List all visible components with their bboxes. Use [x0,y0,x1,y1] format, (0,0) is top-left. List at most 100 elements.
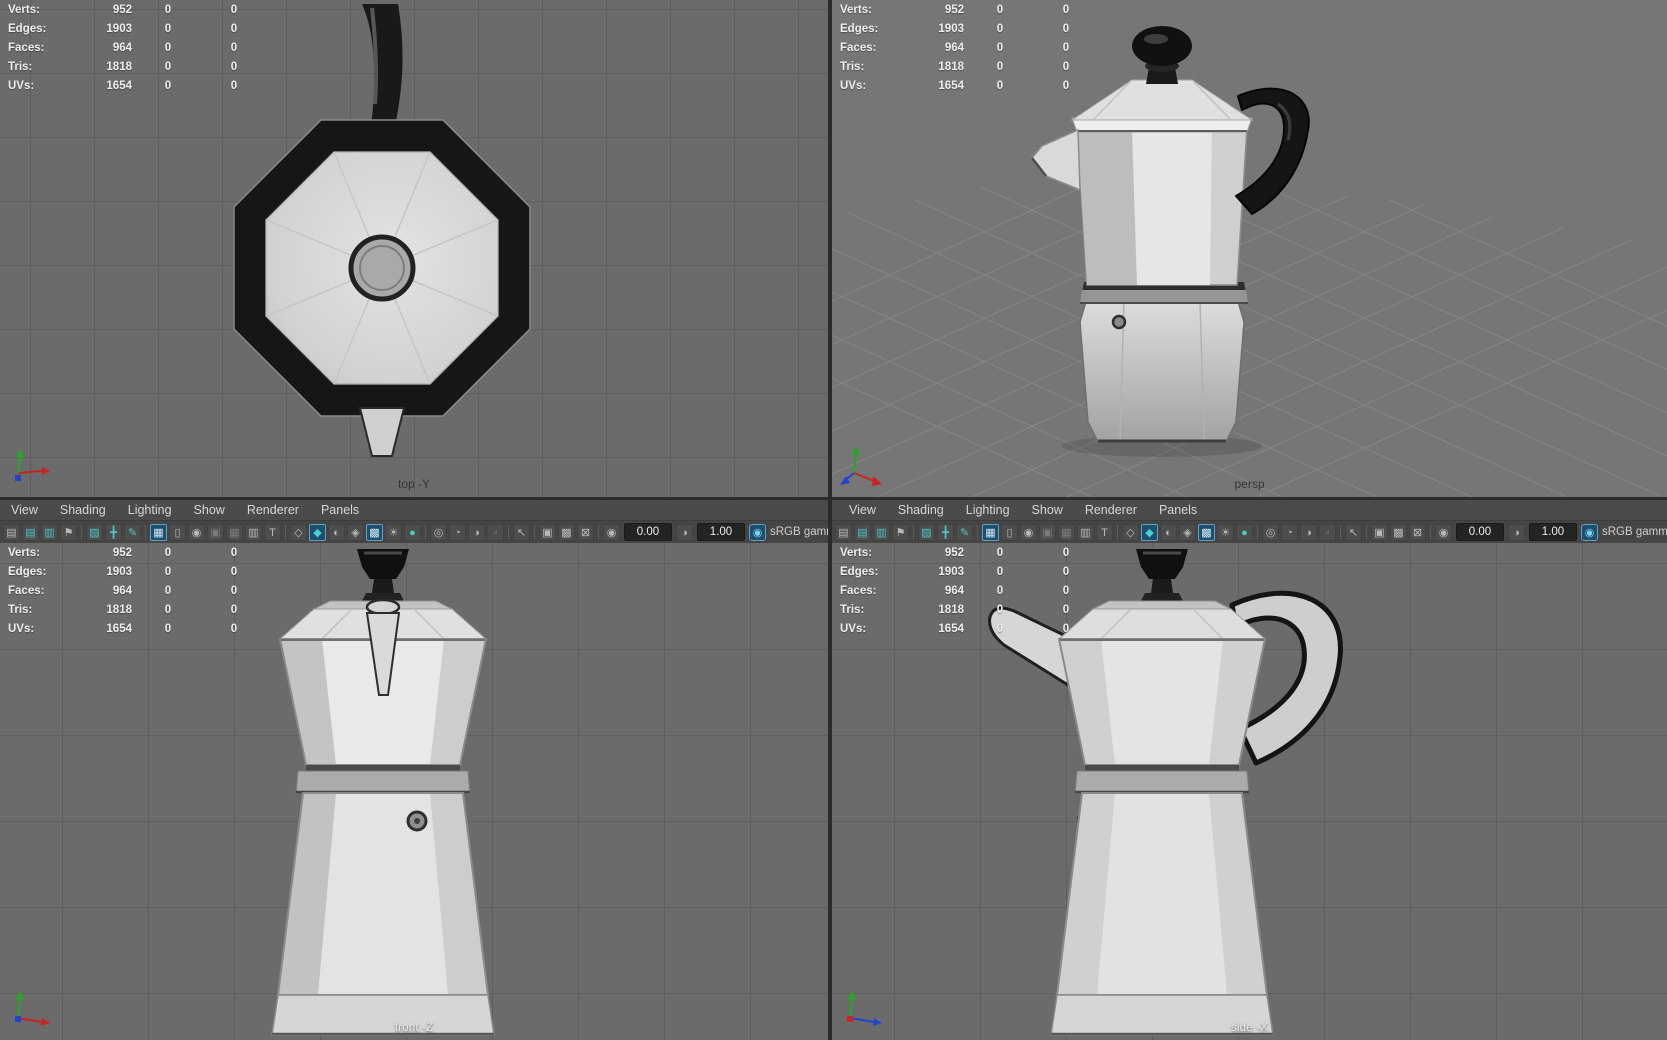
menu-lighting[interactable]: Lighting [117,500,183,520]
gamma-toggle-icon[interactable]: ◉ [1581,523,1598,541]
viewport-label: persp [1234,477,1265,491]
panel-menu-bar: View Shading Lighting Show Renderer Panels [0,500,828,521]
wireframe-icon[interactable]: ◇ [290,523,307,541]
panel-toolbar: ▤ ▤ ▥ ⚑ ▨ ╋ ✎ ▦ ▯ ◉ ▣ ▦ ▥ T ◇ ◆ ◐ ◈ ▩ ☀ ● ◎ ◔ ◑ ▫ ↖ ▣ ▩ ⊠ ◉ 0.00 ◑ 1.00 ◉… [832,521,1667,543]
smooth-shade-icon[interactable]: ◆ [309,523,326,541]
use-all-lights-icon[interactable]: ☀ [385,523,402,541]
viewport-persp[interactable]: Verts: 952 00 Edges: 1903 00 Faces: 964 00 … [832,0,1667,497]
menu-panels[interactable]: Panels [1148,500,1208,520]
gamma-toggle-icon[interactable]: ◉ [749,523,766,541]
lock-camera-icon[interactable]: ▤ [854,523,871,541]
smooth-shade-icon[interactable]: ◆ [1141,523,1158,541]
menu-panels[interactable]: Panels [310,500,370,520]
xray-icon[interactable]: ▣ [1371,523,1388,541]
pan-zoom-icon[interactable]: ╋ [105,523,122,541]
menu-renderer[interactable]: Renderer [236,500,310,520]
menu-view[interactable]: View [0,500,49,520]
use-all-lights-icon[interactable]: ☀ [1217,523,1234,541]
camera-attributes-icon[interactable]: ▥ [873,523,890,541]
select-camera-icon[interactable]: ▤ [835,523,852,541]
hud-row: Tris: 1818 00 [840,604,1070,616]
occlusion-icon[interactable]: ◎ [1262,523,1279,541]
viewport-top[interactable]: Verts: 952 00 Edges: 1903 00 Faces: 964 00 … [0,0,828,497]
flat-shade-icon[interactable]: ◐ [1160,523,1177,541]
toolbar-separator [1427,524,1434,540]
bounding-box-icon[interactable]: ◈ [1179,523,1196,541]
film-gate-icon[interactable]: ▯ [1001,523,1018,541]
resolution-gate-icon[interactable]: ◉ [1020,523,1037,541]
textured-icon[interactable]: ▩ [366,523,383,541]
xray-joints-icon[interactable]: ⊠ [1409,523,1426,541]
wireframe-on-shaded-icon[interactable]: ▩ [1390,523,1407,541]
depth-peeling-icon[interactable]: ▫ [487,523,504,541]
hud-row: Verts: 952 00 [840,4,1070,16]
exposure-icon[interactable]: ◉ [1435,523,1452,541]
safe-action-icon[interactable]: ▥ [245,523,262,541]
menu-lighting[interactable]: Lighting [955,500,1021,520]
contrast-field[interactable]: 1.00 [1529,523,1577,541]
panel-controls-front: View Shading Lighting Show Renderer Panels ▤ ▤… [0,497,828,543]
bookmark-icon[interactable]: ⚑ [892,523,909,541]
field-chart-icon[interactable]: ▦ [226,523,243,541]
menu-shading[interactable]: Shading [49,500,117,520]
bounding-box-icon[interactable]: ◈ [347,523,364,541]
isolate-select-icon[interactable]: ↖ [1345,523,1362,541]
viewport-front[interactable]: Verts: 952 00 Edges: 1903 00 Faces: 964 00 … [0,543,828,1040]
lock-camera-icon[interactable]: ▤ [22,523,39,541]
shadows-icon[interactable]: ● [404,523,421,541]
hud-row: Tris: 1818 00 [8,604,238,616]
hud-row: Verts: 952 00 [8,4,238,16]
wireframe-icon[interactable]: ◇ [1122,523,1139,541]
contrast-icon[interactable]: ◑ [1508,523,1525,541]
grease-pencil-icon[interactable]: ✎ [124,523,141,541]
bookmark-icon[interactable]: ⚑ [60,523,77,541]
grid-icon[interactable]: ▦ [150,523,167,541]
gate-mask-icon[interactable]: ▣ [1039,523,1056,541]
panel-divider-horizontal[interactable] [0,497,1667,500]
menu-show[interactable]: Show [1021,500,1074,520]
panel-toolbar: ▤ ▤ ▥ ⚑ ▨ ╋ ✎ ▦ ▯ ◉ ▣ ▦ ▥ T ◇ ◆ ◐ ◈ ▩ ☀ ● ◎ ◔ ◑ ▫ ↖ ▣ ▩ ⊠ ◉ 0.00 ◑ 1.00 ◉… [0,521,828,543]
occlusion-icon[interactable]: ◎ [430,523,447,541]
viewport-side[interactable]: Verts: 952 00 Edges: 1903 00 Faces: 964 00 … [832,543,1667,1040]
xray-joints-icon[interactable]: ⊠ [577,523,594,541]
exposure-field[interactable]: 0.00 [624,523,672,541]
xray-icon[interactable]: ▣ [539,523,556,541]
menu-show[interactable]: Show [183,500,236,520]
toolbar-separator [595,524,602,540]
isolate-select-icon[interactable]: ↖ [513,523,530,541]
menu-renderer[interactable]: Renderer [1074,500,1148,520]
image-plane-icon[interactable]: ▨ [918,523,935,541]
select-camera-icon[interactable]: ▤ [3,523,20,541]
contrast-icon[interactable]: ◑ [676,523,693,541]
menu-view[interactable]: View [838,500,887,520]
multisample-icon[interactable]: ◑ [1300,523,1317,541]
safe-title-icon[interactable]: T [1096,523,1113,541]
pan-zoom-icon[interactable]: ╋ [937,523,954,541]
hud-row: Edges: 1903 00 [8,23,238,35]
camera-attributes-icon[interactable]: ▥ [41,523,58,541]
shadows-icon[interactable]: ● [1236,523,1253,541]
toolbar-separator [531,524,538,540]
toolbar-separator [505,524,512,540]
motion-blur-icon[interactable]: ◔ [449,523,466,541]
grid-icon[interactable]: ▦ [982,523,999,541]
safe-action-icon[interactable]: ▥ [1077,523,1094,541]
safe-title-icon[interactable]: T [264,523,281,541]
contrast-field[interactable]: 1.00 [697,523,745,541]
flat-shade-icon[interactable]: ◐ [328,523,345,541]
grease-pencil-icon[interactable]: ✎ [956,523,973,541]
gate-mask-icon[interactable]: ▣ [207,523,224,541]
textured-icon[interactable]: ▩ [1198,523,1215,541]
exposure-field[interactable]: 0.00 [1456,523,1504,541]
resolution-gate-icon[interactable]: ◉ [188,523,205,541]
depth-peeling-icon[interactable]: ▫ [1319,523,1336,541]
panel-divider-vertical[interactable] [828,0,832,1040]
film-gate-icon[interactable]: ▯ [169,523,186,541]
exposure-icon[interactable]: ◉ [603,523,620,541]
image-plane-icon[interactable]: ▨ [86,523,103,541]
menu-shading[interactable]: Shading [887,500,955,520]
field-chart-icon[interactable]: ▦ [1058,523,1075,541]
motion-blur-icon[interactable]: ◔ [1281,523,1298,541]
wireframe-on-shaded-icon[interactable]: ▩ [558,523,575,541]
multisample-icon[interactable]: ◑ [468,523,485,541]
